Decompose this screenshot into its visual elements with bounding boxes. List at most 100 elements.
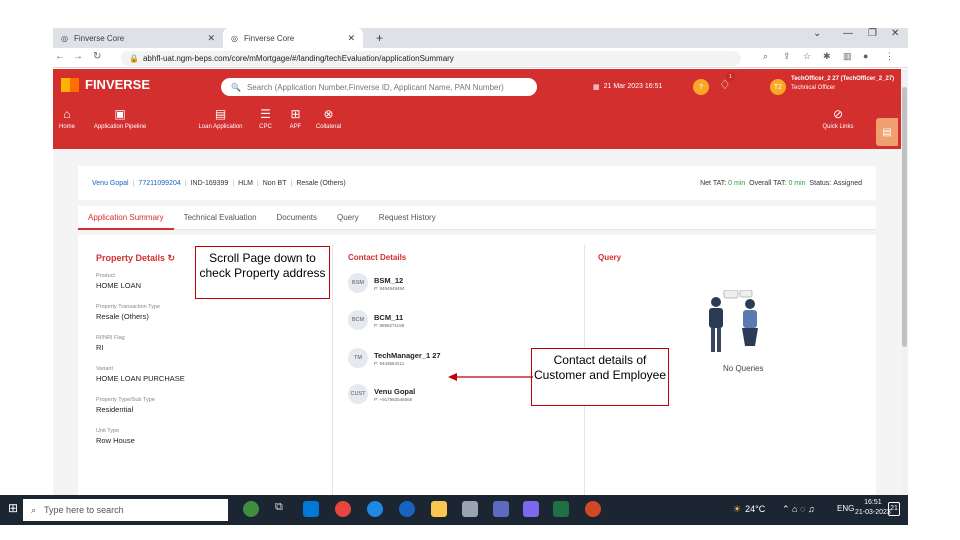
browser-tab[interactable]: ◎ Finverse Core ✕: [53, 28, 223, 48]
field-value: Residential: [96, 405, 134, 414]
search-input[interactable]: 🔍 Search (Application Number,Finverse ID…: [221, 78, 537, 96]
query-title: Query: [598, 253, 622, 262]
snipping-icon[interactable]: [493, 501, 509, 517]
sidepanel-icon[interactable]: ▥: [843, 51, 852, 62]
status-badge: Assigned: [833, 179, 862, 187]
nav-application-pipeline[interactable]: ▣ Application Pipeline: [85, 107, 155, 130]
maximize-icon[interactable]: ❐: [868, 28, 877, 39]
tab-technical-evaluation[interactable]: Technical Evaluation: [174, 206, 267, 230]
lock-icon: 🔒: [129, 54, 139, 63]
language-indicator[interactable]: ENG: [837, 504, 854, 513]
taskbar-search-input[interactable]: ⌕ Type here to search: [23, 499, 228, 521]
field-value: HOME LOAN PURCHASE: [96, 374, 185, 383]
contact-item: BSM BSM_12 P: 9494949494: [348, 266, 441, 300]
edge-icon[interactable]: [367, 501, 383, 517]
divider: [332, 245, 333, 495]
clock-time: 16:51: [864, 499, 882, 506]
contact-name: BCM_11: [374, 312, 404, 322]
scrollbar[interactable]: [901, 69, 908, 495]
ie-icon[interactable]: [399, 501, 415, 517]
quick-links[interactable]: ⊘ Quick Links: [813, 107, 863, 130]
nav-cpc[interactable]: ☰ CPC: [253, 107, 278, 130]
browser-tab-title: Finverse Core: [73, 33, 125, 43]
tab-query[interactable]: Query: [327, 206, 369, 230]
weather-text: 24°C: [745, 504, 766, 514]
search-icon: 🔍: [231, 82, 241, 92]
contact-details-title: Contact Details: [348, 253, 407, 262]
clock[interactable]: 16:51 21-03-2023: [855, 498, 891, 518]
extensions-icon[interactable]: ✱: [823, 51, 831, 62]
tab-application-summary[interactable]: Application Summary: [78, 206, 174, 230]
tab-search-icon[interactable]: ⌄: [813, 28, 821, 39]
document-icon: ▤: [882, 126, 892, 138]
field-label: Product: [96, 273, 115, 279]
taskbar-search-placeholder: Type here to search: [44, 505, 124, 515]
avatar[interactable]: T2: [770, 79, 786, 95]
minimize-icon[interactable]: —: [843, 28, 853, 39]
clock-date: 21-03-2023: [855, 509, 891, 516]
logo[interactable]: FINVERSE: [61, 77, 150, 92]
application-info-bar: Venu Gopal | 7721109920​4 | IND-169399 | HL…: [78, 166, 876, 200]
windows-start-icon[interactable]: ⊞: [8, 501, 18, 515]
application-id: IND-169399: [190, 179, 229, 187]
zoom-icon[interactable]: ⌕: [763, 51, 768, 62]
status-label: Status:: [809, 179, 832, 187]
side-panel-toggle[interactable]: ▤: [876, 118, 898, 146]
url-text: abhfl-uat.ngm-beps.com/core/mMortgage/#/…: [142, 54, 454, 63]
tray-icons[interactable]: ⌃ ⌂ ◌ ♫: [782, 504, 815, 515]
nav-collateral[interactable]: ⊗ Collateral: [311, 107, 346, 130]
profile-icon[interactable]: ●: [863, 51, 868, 61]
field-value: HOME LOAN: [96, 281, 142, 290]
new-tab-button[interactable]: +: [368, 28, 391, 48]
outlook-icon[interactable]: [303, 501, 319, 517]
net-tat-value: 0 min: [728, 179, 746, 187]
avatar: TM: [348, 348, 368, 368]
field-value: Resale (Others): [96, 312, 149, 321]
excel-icon[interactable]: [553, 501, 569, 517]
reload-icon[interactable]: ↻: [93, 51, 101, 62]
bookmark-icon[interactable]: ☆: [803, 51, 811, 62]
browser-tab-bar: ◎ Finverse Core ✕ ◎ Finverse Core ✕ + ⌄ …: [53, 28, 908, 48]
url-input[interactable]: 🔒 abhfl-uat.ngm-beps.com/core/mMortgage/…: [121, 51, 741, 66]
field-label: Property Transaction Type: [96, 304, 161, 310]
chrome-icon[interactable]: [335, 501, 351, 517]
close-window-icon[interactable]: ✕: [891, 28, 899, 39]
applicant-name[interactable]: Venu Gopal: [92, 180, 129, 187]
user-info[interactable]: TechOfficer_2 27 (TechOfficer_2_27) Tech…: [791, 75, 894, 93]
field-label: RI/NRI Flag: [96, 335, 125, 341]
browser-tab-active[interactable]: ◎ Finverse Core ✕: [223, 28, 363, 48]
avatar: BCM: [348, 310, 368, 330]
calculator-icon[interactable]: [462, 501, 478, 517]
weather[interactable]: ☀ 24°C: [733, 504, 765, 515]
help-icon[interactable]: ?: [693, 79, 709, 95]
close-tab-icon[interactable]: ✕: [347, 33, 355, 44]
nav-apf[interactable]: ⊞ APF: [283, 107, 308, 130]
widget-icon[interactable]: [243, 501, 259, 517]
menu-icon[interactable]: ⋮: [885, 51, 894, 62]
task-view-icon[interactable]: ⧉: [275, 501, 291, 517]
file-explorer-icon[interactable]: [431, 501, 447, 517]
contact-phone: P: +917982648568: [374, 396, 413, 402]
nav-home[interactable]: ⌂ Home: [53, 107, 81, 130]
field-value: Row House: [96, 436, 135, 445]
refresh-icon[interactable]: ↻: [168, 253, 176, 263]
close-tab-icon[interactable]: ✕: [207, 33, 215, 44]
back-icon[interactable]: ←: [55, 51, 65, 62]
contact-phone: P: 9494949494: [374, 285, 405, 291]
home-icon: ⌂: [63, 107, 71, 121]
apf-icon: ⊞: [290, 107, 301, 121]
teams-icon[interactable]: [523, 501, 539, 517]
overall-tat-value: 0 min: [788, 179, 806, 187]
pipeline-icon: ▣: [114, 107, 126, 121]
forward-icon[interactable]: →: [73, 51, 83, 62]
nav-loan-application[interactable]: ▤ Loan Application: [193, 107, 248, 130]
tab-request-history[interactable]: Request History: [369, 206, 446, 230]
tab-documents[interactable]: Documents: [267, 206, 327, 230]
notification-center[interactable]: 21: [888, 502, 900, 516]
powerpoint-icon[interactable]: [585, 501, 601, 517]
bt-type: Non BT: [262, 179, 287, 187]
share-icon[interactable]: ⇪: [783, 51, 791, 62]
scrollbar-thumb[interactable]: [902, 87, 907, 347]
search-placeholder: Search (Application Number,Finverse ID, …: [246, 82, 504, 92]
app-header: FINVERSE 🔍 Search (Application Number,Fi…: [53, 69, 901, 149]
